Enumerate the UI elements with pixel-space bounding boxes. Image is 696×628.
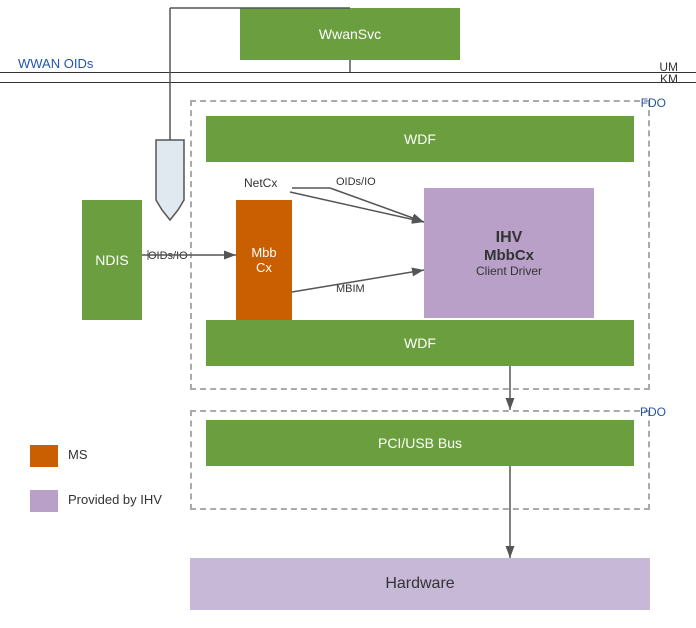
ihv-desc: Client Driver — [476, 264, 542, 278]
legend-ms-color — [30, 445, 58, 467]
ihv-title: IHV — [496, 229, 523, 247]
pciusb-label: PCI/USB Bus — [378, 435, 462, 451]
oidsio-inner-label: OIDs/IO — [336, 176, 376, 188]
mbbcx-label: MbbCx — [251, 245, 276, 275]
wwan-oids-label: WWAN OIDs — [18, 56, 93, 71]
pciusb-box: PCI/USB Bus — [206, 420, 634, 466]
hardware-label: Hardware — [385, 575, 454, 593]
ndis-label: NDIS — [95, 252, 128, 268]
um-line — [0, 72, 696, 73]
wwansvc-box: WwanSvc — [240, 8, 460, 60]
oidsio-left-label: OIDs/IO — [148, 250, 188, 262]
mbim-label: MBIM — [336, 283, 365, 295]
wdf-bottom-box: WDF — [206, 320, 634, 366]
ihv-subtitle: MbbCx — [484, 247, 534, 264]
fdo-label: FDO — [641, 96, 666, 110]
wdf-top-label: WDF — [404, 131, 436, 147]
legend-ihv-color — [30, 490, 58, 512]
wdf-top-box: WDF — [206, 116, 634, 162]
km-label: KM — [660, 72, 678, 86]
ndis-box: NDIS — [82, 200, 142, 320]
netcx-label: NetCx — [244, 176, 277, 190]
legend-ms-label: MS — [68, 447, 88, 462]
architecture-diagram: WwanSvc UM KM WWAN OIDs FDO WDF WDF NetC… — [0, 0, 696, 628]
ihv-box: IHV MbbCx Client Driver — [424, 188, 594, 318]
wdf-bottom-label: WDF — [404, 335, 436, 351]
km-line — [0, 82, 696, 83]
mbbcx-box: MbbCx — [236, 200, 292, 320]
legend-ihv-label: Provided by IHV — [68, 492, 162, 507]
hardware-box: Hardware — [190, 558, 650, 610]
pdo-label: PDO — [640, 405, 666, 419]
wwansvc-label: WwanSvc — [319, 26, 381, 42]
